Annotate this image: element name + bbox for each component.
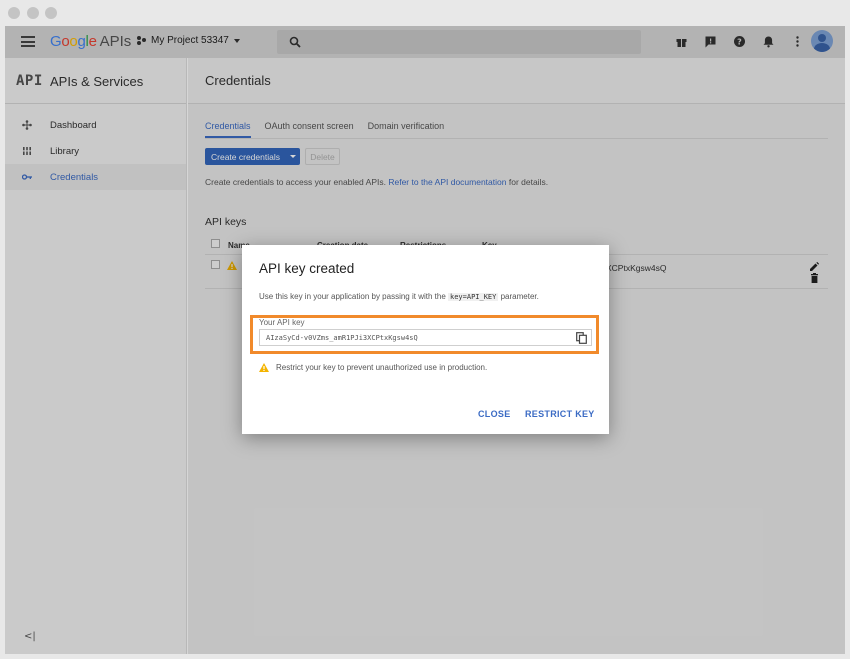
close-button[interactable]: CLOSE bbox=[478, 409, 511, 419]
restrict-warning-text: Restrict your key to prevent unauthorize… bbox=[276, 363, 488, 372]
copy-icon[interactable] bbox=[576, 332, 587, 344]
api-key-field-label: Your API key bbox=[259, 318, 305, 327]
dialog-description-suffix: parameter. bbox=[500, 292, 539, 301]
dialog-description: Use this key in your application by pass… bbox=[259, 292, 539, 301]
window-maximize-dot[interactable] bbox=[45, 7, 57, 19]
api-key-value[interactable]: AIzaSyCd-v0VZms_amR1PJi3XCPtxKgsw4sQ bbox=[266, 334, 418, 342]
restrict-warning: Restrict your key to prevent unauthorize… bbox=[259, 363, 487, 372]
api-key-field[interactable]: AIzaSyCd-v0VZms_amR1PJi3XCPtxKgsw4sQ bbox=[259, 329, 592, 346]
dialog-title: API key created bbox=[259, 261, 355, 276]
window-close-dot[interactable] bbox=[8, 7, 20, 19]
app-window: Google APIs My Project 53347 ? API APIs &… bbox=[5, 26, 845, 654]
restrict-key-button[interactable]: RESTRICT KEY bbox=[525, 409, 595, 419]
window-minimize-dot[interactable] bbox=[27, 7, 39, 19]
warning-icon bbox=[259, 363, 269, 372]
api-key-param-code: key=API_KEY bbox=[448, 293, 499, 301]
api-key-created-dialog: API key created Use this key in your app… bbox=[242, 245, 609, 434]
dialog-description-prefix: Use this key in your application by pass… bbox=[259, 292, 446, 301]
window-titlebar bbox=[0, 0, 850, 26]
